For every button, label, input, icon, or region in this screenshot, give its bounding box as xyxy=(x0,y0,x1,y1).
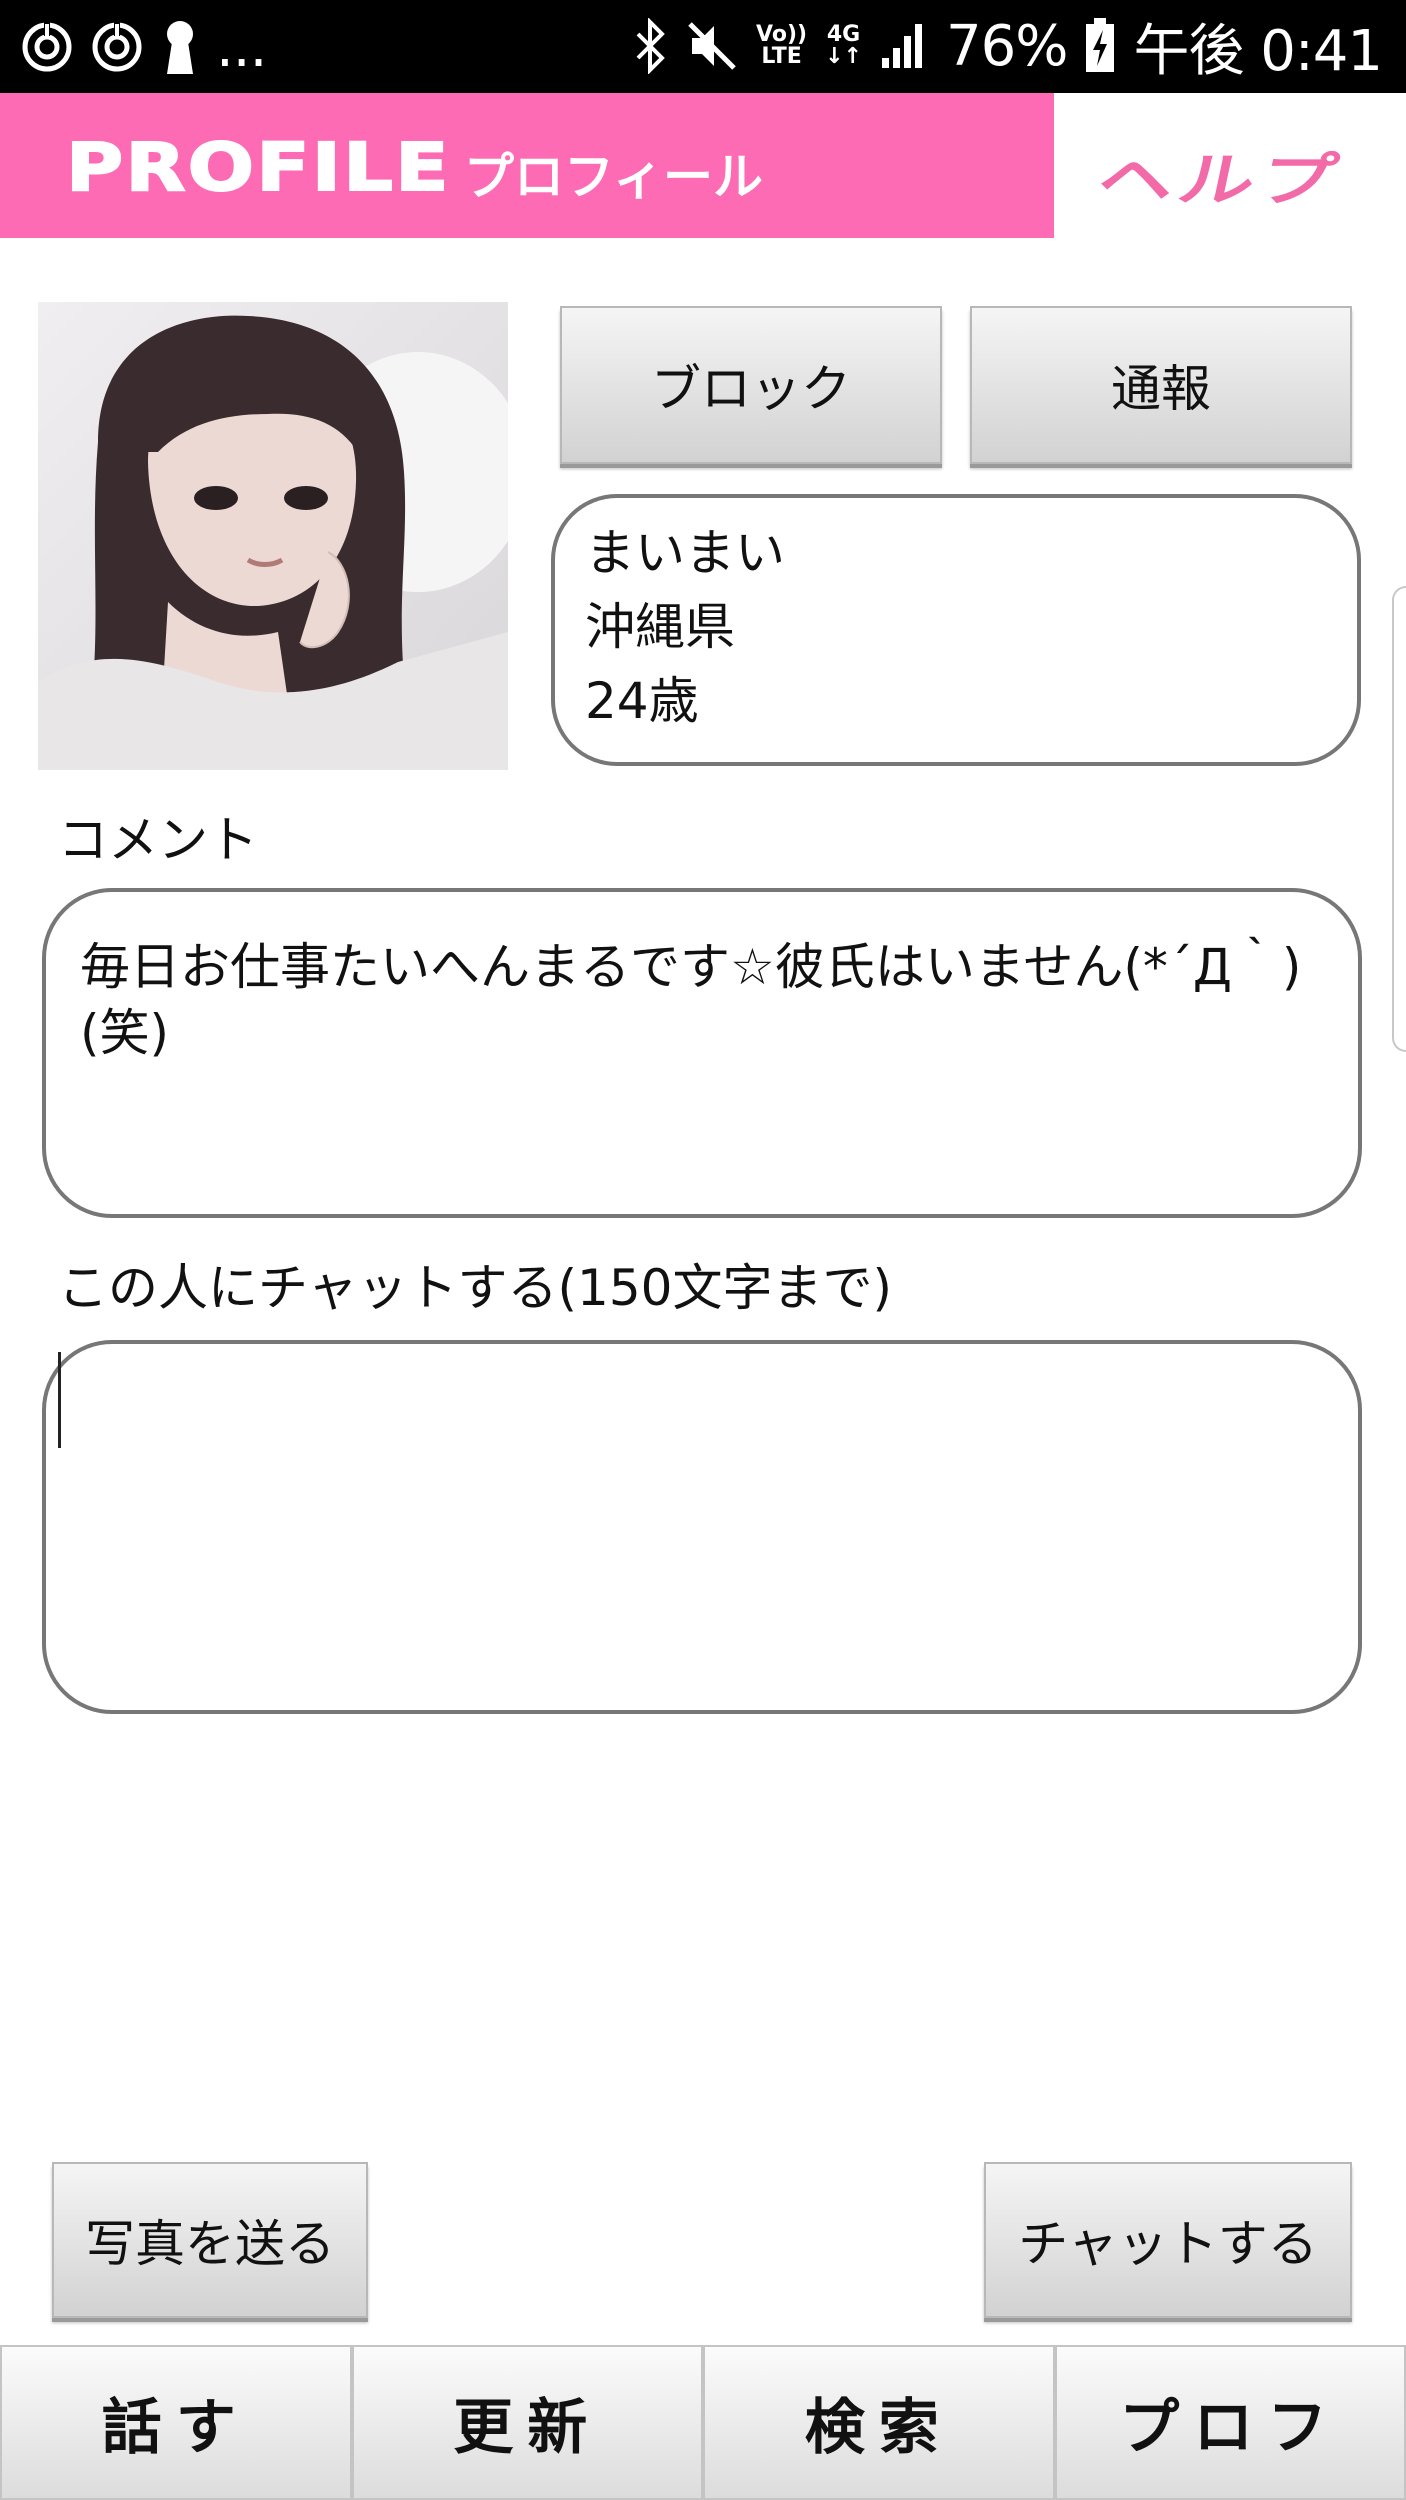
bluetooth-icon xyxy=(634,18,668,74)
status-right-icons: Vo)) LTE 4G ↓↑ 76% 午後 0:41 xyxy=(634,10,1383,84)
tab-search[interactable]: 検索 xyxy=(703,2345,1055,2500)
profile-photo[interactable] xyxy=(38,302,508,770)
clock: 午後 0:41 xyxy=(1133,18,1383,84)
block-button[interactable]: ブロック xyxy=(560,306,942,464)
scroll-indicator xyxy=(1392,586,1406,1052)
status-bar: ... Vo)) LTE 4G ↓↑ 76% 午後 0:41 xyxy=(0,0,1406,93)
comment-text: 毎日お仕事たいへんまるです☆彼氏はいません(*´Д｀)(笑) xyxy=(80,938,1302,1062)
battery-percent: 76% xyxy=(945,13,1068,79)
mute-icon xyxy=(686,20,738,72)
tab-update[interactable]: 更新 xyxy=(351,2345,703,2500)
header-title-banner: PROFILE プロフィール xyxy=(0,93,1054,238)
profile-name: まいまい xyxy=(585,524,785,582)
comment-label: コメント xyxy=(58,811,258,869)
status-left-icons: ... xyxy=(20,14,267,80)
network-4g-icon: 4G ↓↑ xyxy=(825,22,862,69)
sync-icon xyxy=(20,20,74,74)
report-button[interactable]: 通報 xyxy=(970,306,1352,464)
more-icon: ... xyxy=(216,14,267,80)
profile-photo-image xyxy=(38,302,508,770)
profile-prefecture: 沖縄県 xyxy=(585,598,735,656)
profile-age: 24歳 xyxy=(585,672,699,730)
comment-box: 毎日お仕事たいへんまるです☆彼氏はいません(*´Д｀)(笑) xyxy=(42,888,1362,1218)
bottom-tab-bar: 話す 更新 検索 プロフ xyxy=(0,2345,1406,2500)
volte-icon: Vo)) LTE xyxy=(756,22,808,69)
app-header: PROFILE プロフィール ヘルプ xyxy=(0,93,1406,238)
battery-charging-icon xyxy=(1085,18,1115,74)
tab-profile[interactable]: プロフ xyxy=(1054,2345,1406,2500)
sync-icon xyxy=(90,20,144,74)
profile-logo-jp: プロフィール xyxy=(464,148,763,206)
profile-logo: PROFILE xyxy=(65,128,451,207)
signal-icon xyxy=(880,22,928,70)
send-photo-button[interactable]: 写真を送る xyxy=(52,2162,368,2318)
chat-button[interactable]: チャットする xyxy=(984,2162,1352,2318)
chat-input-label: この人にチャットする(150文字まで) xyxy=(58,1259,892,1317)
help-link[interactable]: ヘルプ xyxy=(1091,133,1351,217)
keyhole-icon xyxy=(160,18,200,76)
chat-message-input[interactable] xyxy=(42,1340,1362,1714)
tab-talk[interactable]: 話す xyxy=(0,2345,352,2500)
profile-info-box: まいまい 沖縄県 24歳 xyxy=(551,494,1361,766)
text-cursor xyxy=(58,1352,61,1448)
